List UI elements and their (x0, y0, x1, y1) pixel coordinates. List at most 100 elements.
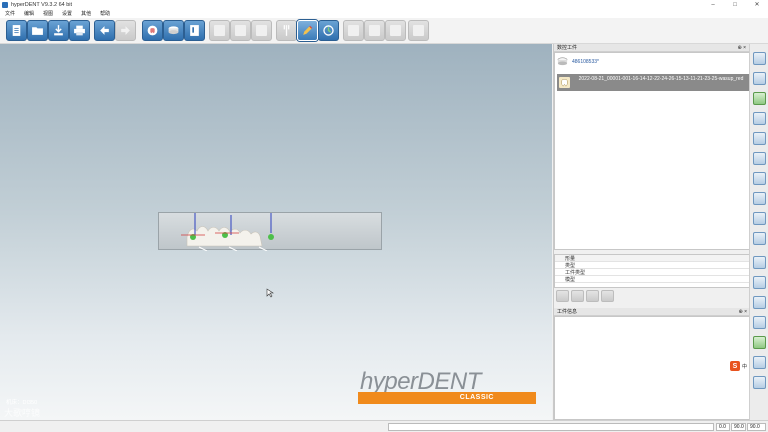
fork-icon (283, 25, 290, 36)
redo-arrow-icon (121, 26, 130, 35)
menu-other[interactable]: 其他 (81, 10, 91, 17)
info-panel-header: 工件信息 ⊕ × (554, 308, 750, 316)
machine-label: 机床：DI350 (6, 400, 38, 406)
print-button[interactable] (69, 20, 90, 41)
blank-model[interactable] (158, 211, 382, 252)
pencil-icon (303, 25, 313, 35)
side-tool-button[interactable] (753, 316, 766, 329)
side-tool-button[interactable] (753, 52, 766, 65)
side-tool-button[interactable] (753, 256, 766, 269)
hand-button[interactable] (343, 20, 364, 41)
job-panel-title: 数控工件 (557, 45, 578, 51)
grey-tool-3-icon (256, 25, 267, 36)
grey-tool-2-button[interactable] (230, 20, 251, 41)
job-panel: 数控工件 ⊕ × 486108533* 2022-08-21_00001-001… (553, 44, 750, 420)
redo-button[interactable] (115, 20, 136, 41)
calculate-button[interactable] (318, 20, 339, 41)
prop-row: 形量 (555, 255, 749, 262)
main-toolbar (0, 18, 768, 44)
menu-settings[interactable]: 设置 (62, 10, 72, 17)
job-name: 2022-08-21_00001-001-16-14-12-22-24-26-1… (578, 76, 744, 82)
panel-tool-button[interactable] (586, 290, 599, 302)
blank-disc-button[interactable] (163, 20, 184, 41)
job-info-box: S 中 (554, 316, 750, 420)
properties-table: 形量 类型 工件类型 模型 (554, 254, 750, 288)
3d-viewport[interactable]: hyperDENT CLASSIC 机床：DI350 大歌哼镜 (0, 44, 552, 420)
menu-edit[interactable]: 编辑 (24, 10, 34, 17)
gear-button[interactable] (364, 20, 385, 41)
close-button[interactable]: ✕ (746, 0, 768, 9)
status-angle-2: 90.0 (747, 423, 766, 431)
info-panel-title: 工件信息 (557, 309, 578, 315)
panel-tool-button[interactable] (556, 290, 569, 302)
export-button[interactable] (385, 20, 406, 41)
hyperdent-brand-logo: hyperDENT CLASSIC (358, 368, 536, 408)
export-icon (390, 25, 401, 36)
hand-icon (348, 25, 359, 36)
maximize-button[interactable]: □ (724, 0, 746, 9)
tooth-job-icon (559, 77, 570, 88)
status-angle-1: 90.0 (731, 423, 746, 431)
print-icon (74, 25, 85, 36)
minimize-button[interactable]: – (702, 0, 724, 9)
fork-button[interactable] (276, 20, 297, 41)
ime-mode[interactable]: 中 (742, 363, 747, 370)
undo-button[interactable] (94, 20, 115, 41)
tree-item-blank[interactable]: 486108533* (557, 56, 599, 67)
side-toolbar (749, 44, 768, 420)
side-tool-button[interactable] (753, 232, 766, 245)
panel-tool-button[interactable] (571, 290, 584, 302)
gear-icon (369, 25, 380, 36)
sync-icon (413, 25, 424, 36)
side-tool-button[interactable] (753, 336, 766, 349)
menu-view[interactable]: 视图 (43, 10, 53, 17)
grey-tool-2-icon (235, 25, 246, 36)
side-tool-button[interactable] (753, 212, 766, 225)
side-tool-button[interactable] (753, 152, 766, 165)
tooth-job-button[interactable] (142, 20, 163, 41)
new-document-button[interactable] (6, 20, 27, 41)
info-pin-close[interactable]: ⊕ × (739, 309, 748, 315)
status-message (388, 423, 714, 431)
side-tool-button[interactable] (753, 112, 766, 125)
grey-tool-1-icon (214, 25, 225, 36)
menu-help[interactable]: 帮助 (100, 10, 110, 17)
grey-tool-1-button[interactable] (209, 20, 230, 41)
side-tool-button[interactable] (753, 296, 766, 309)
side-tool-button[interactable] (753, 132, 766, 145)
title-bar: hyperDENT V9.3.2 64 bit – □ ✕ (0, 0, 768, 9)
sync-button[interactable] (408, 20, 429, 41)
teeth-model-icon (181, 211, 274, 252)
side-tool-button[interactable] (753, 276, 766, 289)
calculate-icon (323, 25, 334, 36)
panel-pin-close[interactable]: ⊕ × (738, 45, 747, 51)
undo-arrow-icon (100, 26, 109, 35)
window-title: hyperDENT V9.3.2 64 bit (11, 1, 73, 8)
prop-row: 模型 (555, 276, 749, 283)
side-tool-button[interactable] (753, 356, 766, 369)
machine-button[interactable] (184, 20, 205, 41)
tooth-job-icon (147, 25, 158, 36)
job-panel-header: 数控工件 ⊕ × (554, 44, 749, 52)
blank-name: 486108533* (572, 58, 599, 65)
side-tool-button[interactable] (753, 92, 766, 105)
grey-tool-3-button[interactable] (251, 20, 272, 41)
side-tool-button[interactable] (753, 172, 766, 185)
panel-tool-row (556, 290, 616, 302)
machine-icon (190, 25, 199, 36)
mouse-cursor-icon (266, 288, 274, 298)
side-tool-button[interactable] (753, 376, 766, 389)
open-button[interactable] (27, 20, 48, 41)
pencil-button[interactable] (297, 20, 318, 41)
new-document-icon (12, 25, 21, 36)
prop-row: 工件类型 (555, 269, 749, 276)
status-zoom: 0.0 (716, 423, 730, 431)
panel-tool-button[interactable] (601, 290, 614, 302)
brand-bar (358, 392, 536, 404)
ime-toolbar[interactable]: S 中 (729, 361, 747, 371)
import-button[interactable] (48, 20, 69, 41)
side-tool-button[interactable] (753, 72, 766, 85)
menu-file[interactable]: 文件 (5, 10, 15, 17)
side-tool-button[interactable] (753, 192, 766, 205)
tree-item-job[interactable]: 2022-08-21_00001-001-16-14-12-22-24-26-1… (557, 74, 749, 91)
